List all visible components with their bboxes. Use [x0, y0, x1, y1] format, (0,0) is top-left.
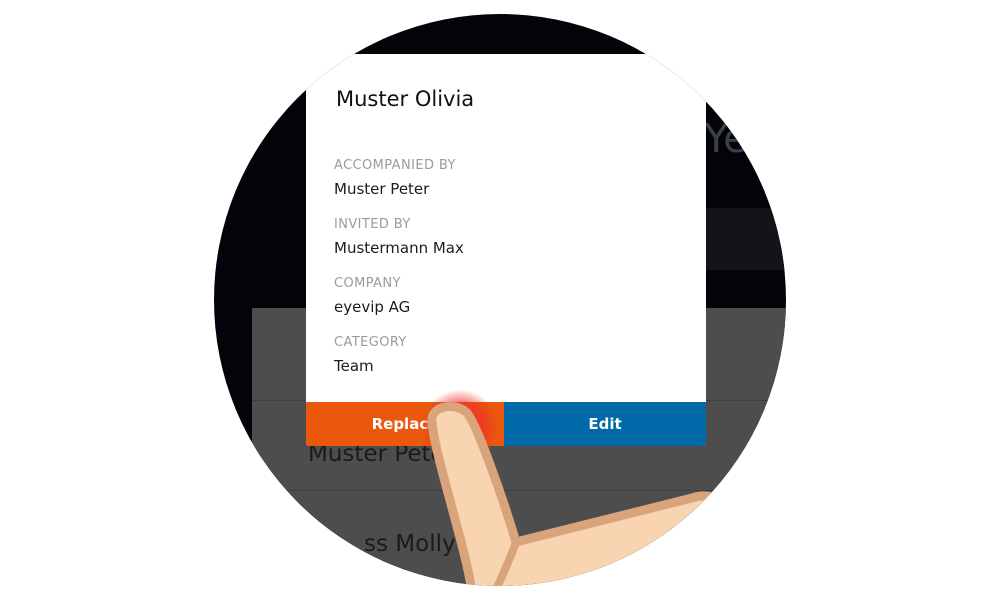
invited-by-value: Mustermann Max — [334, 239, 464, 257]
company-value: eyevip AG — [334, 298, 411, 316]
popup-title: Muster Olivia — [336, 87, 475, 111]
tap-indicator — [422, 390, 498, 466]
edit-button[interactable]: Edit — [504, 402, 706, 446]
accompanied-by-label: ACCOMPANIED BY — [334, 158, 456, 173]
background-list-item: ss Molly — [252, 490, 786, 581]
category-value: Team — [334, 357, 374, 375]
guest-detail-popup: Muster Olivia ACCOMPANIED BY Muster Pete… — [306, 54, 706, 446]
background-page-title: Ye — [704, 116, 748, 162]
invited-by-label: INVITED BY — [334, 217, 411, 232]
category-label: CATEGORY — [334, 335, 407, 350]
accompanied-by-value: Muster Peter — [334, 180, 430, 198]
background-list-item-name: ss Molly — [364, 531, 456, 557]
company-label: COMPANY — [334, 276, 401, 291]
illustration-stage: Ye Muster Peter ss Molly Muster Olivia A… — [0, 0, 1000, 600]
zoom-circle: Ye Muster Peter ss Molly Muster Olivia A… — [214, 14, 786, 586]
